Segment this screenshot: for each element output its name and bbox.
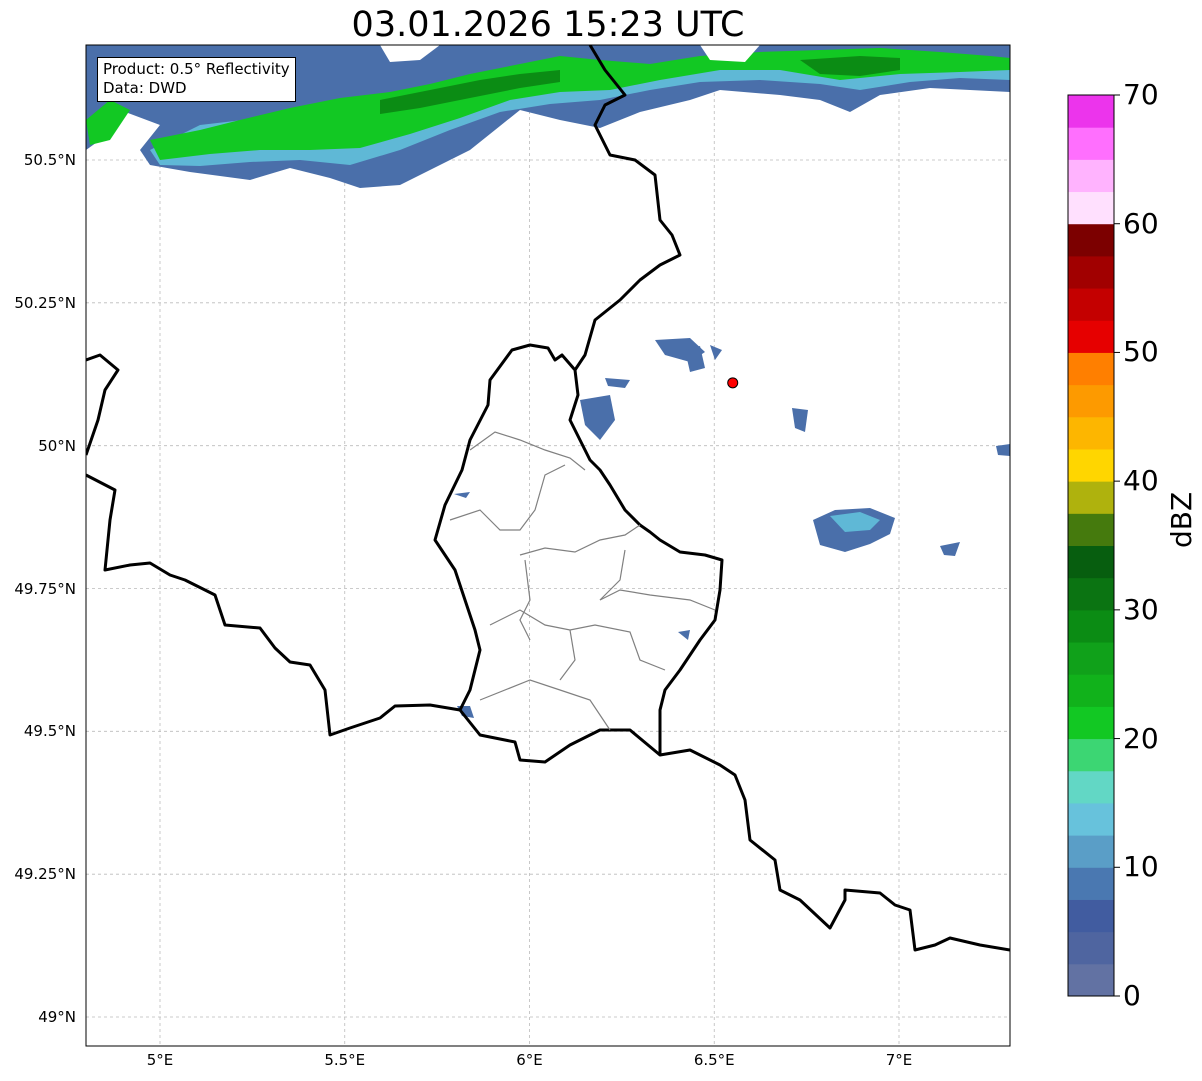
colorbar-segment bbox=[1068, 545, 1114, 579]
colorbar-segment bbox=[1068, 931, 1114, 965]
colorbar-segment bbox=[1068, 416, 1114, 450]
echo-cell bbox=[710, 345, 722, 360]
colorbar-segment bbox=[1068, 320, 1114, 353]
colorbar-segment bbox=[1068, 674, 1114, 707]
colorbar-ticks bbox=[1114, 94, 1120, 997]
echo-cell bbox=[792, 408, 808, 432]
data-source-label: Data: DWD bbox=[103, 79, 187, 97]
colorbar-segment bbox=[1068, 384, 1114, 418]
colorbar-tick-label: 40 bbox=[1123, 464, 1159, 498]
colorbar-segment bbox=[1068, 513, 1114, 546]
colorbar-segment bbox=[1068, 481, 1114, 514]
colorbar-segment bbox=[1068, 802, 1114, 836]
map-title: 03.01.2026 15:23 UTC bbox=[351, 5, 745, 45]
lat-tick-label: 49°N bbox=[38, 1008, 76, 1026]
national-borders bbox=[86, 45, 1010, 952]
border-west bbox=[86, 353, 120, 456]
radar-site-marker bbox=[727, 377, 739, 389]
colorbar-segment bbox=[1068, 127, 1114, 160]
colorbar-tick-label: 60 bbox=[1123, 206, 1159, 240]
lat-tick-label: 49.25°N bbox=[14, 865, 76, 884]
lon-tick-label: 6°E bbox=[516, 1051, 543, 1069]
radar-echoes bbox=[86, 45, 1010, 718]
border-be-fr bbox=[86, 473, 461, 737]
colorbar-segment bbox=[1068, 835, 1114, 868]
product-label: Product: 0.5° Reflectivity bbox=[103, 60, 290, 78]
echo-cell bbox=[580, 395, 615, 440]
echo-cell bbox=[940, 542, 960, 556]
colorbar-segment bbox=[1068, 706, 1114, 740]
colorbar-tick-label: 10 bbox=[1123, 850, 1159, 884]
lat-tick-label: 50.5°N bbox=[23, 151, 76, 169]
gridlines bbox=[86, 45, 1010, 1046]
colorbar-tick-label: 20 bbox=[1123, 721, 1159, 755]
map-frame bbox=[85, 44, 1011, 1047]
colorbar bbox=[1068, 95, 1114, 997]
colorbar-segment bbox=[1068, 899, 1114, 933]
lat-tick-label: 49.5°N bbox=[23, 722, 76, 741]
colorbar-tick-label: 30 bbox=[1123, 592, 1159, 626]
echo-cell bbox=[454, 492, 470, 498]
colorbar-tick-label: 70 bbox=[1123, 78, 1159, 111]
colorbar-tick-label: 0 bbox=[1123, 979, 1141, 1012]
district-borders bbox=[449, 431, 716, 731]
colorbar-tick-label: 50 bbox=[1123, 335, 1159, 369]
lon-tick-label: 5.5°E bbox=[324, 1051, 366, 1069]
colorbar-segment bbox=[1068, 963, 1114, 997]
echo-cell bbox=[996, 444, 1010, 456]
echo-cell bbox=[605, 378, 630, 388]
colorbar-segment bbox=[1068, 288, 1114, 321]
colorbar-segment bbox=[1068, 867, 1114, 900]
colorbar-segment bbox=[1068, 191, 1114, 225]
lat-tick-label: 49.75°N bbox=[14, 579, 76, 598]
colorbar-unit: dBZ bbox=[1165, 491, 1198, 548]
lon-tick-label: 7°E bbox=[885, 1051, 913, 1069]
colorbar-segment bbox=[1068, 448, 1114, 482]
colorbar-segment bbox=[1068, 159, 1114, 193]
radar-map bbox=[85, 44, 1120, 1047]
colorbar-segment bbox=[1068, 577, 1114, 611]
colorbar-segment bbox=[1068, 95, 1114, 128]
lat-tick-label: 50°N bbox=[38, 436, 76, 455]
product-info-box: Product: 0.5° Reflectivity Data: DWD bbox=[97, 57, 296, 102]
colorbar-segment bbox=[1068, 255, 1114, 289]
colorbar-segment bbox=[1068, 770, 1114, 804]
colorbar-segment bbox=[1068, 223, 1114, 257]
lat-tick-label: 50.25°N bbox=[14, 293, 76, 312]
colorbar-segment bbox=[1068, 738, 1114, 772]
lon-tick-label: 6.5°E bbox=[693, 1051, 735, 1069]
border-fr-de bbox=[458, 709, 1010, 952]
echo-cell bbox=[678, 630, 690, 640]
lon-tick-label: 5°E bbox=[146, 1051, 174, 1069]
colorbar-segment bbox=[1068, 352, 1114, 386]
colorbar-segment bbox=[1068, 642, 1114, 675]
colorbar-segment bbox=[1068, 609, 1114, 643]
